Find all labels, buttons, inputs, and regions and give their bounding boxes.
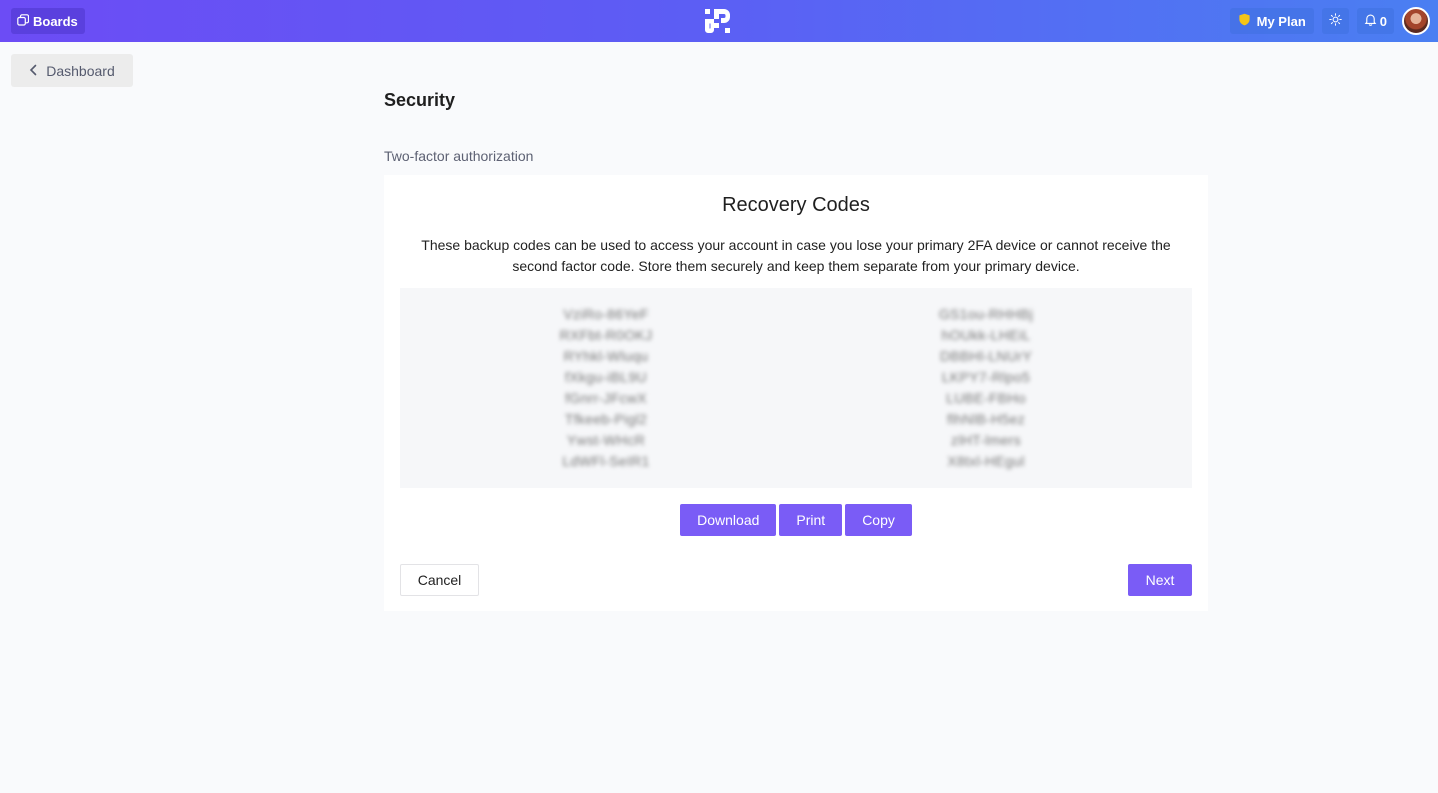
boards-button[interactable]: Boards (11, 8, 85, 34)
section-label: Two-factor authorization (384, 148, 534, 164)
recovery-code: GS1ou-RHHBj (938, 306, 1034, 322)
codes-column-left: VziRo-86YeF RXFbt-R0OKJ RYhkl-Wluqu fXkg… (506, 304, 706, 472)
codes-actions: Download Print Copy (384, 504, 1208, 536)
boards-icon (17, 13, 30, 29)
shield-icon (1238, 13, 1251, 29)
recovery-code: RYhkl-Wluqu (563, 348, 649, 364)
app-logo[interactable] (703, 7, 733, 35)
recovery-code: LUBE-FBHo (946, 390, 1026, 406)
theme-toggle-button[interactable] (1321, 8, 1349, 34)
recovery-code: zlHT-lmers (951, 432, 1021, 448)
user-avatar[interactable] (1402, 7, 1430, 35)
notifications-button[interactable]: 0 (1356, 8, 1394, 34)
recovery-code: fGnrr-JFcwX (565, 390, 647, 406)
recovery-code: RXFbt-R0OKJ (559, 327, 653, 343)
recovery-codes-description: These backup codes can be used to access… (421, 237, 1171, 274)
recovery-codes-card: Recovery Codes These backup codes can be… (384, 175, 1208, 611)
recovery-code: Ywst-WHcR (566, 432, 646, 448)
print-button[interactable]: Print (779, 504, 843, 536)
my-plan-label: My Plan (1256, 13, 1306, 29)
page-title: Security (384, 90, 456, 110)
recovery-code: flhNlB-H5ez (947, 411, 1025, 427)
recovery-code: Tfkeeb-Pigl2 (564, 411, 648, 427)
recovery-codes-title: Recovery Codes (722, 194, 870, 216)
recovery-code: LKPY7-Rlpo5 (941, 369, 1031, 385)
recovery-code: DBBHl-LNUrY (940, 348, 1032, 364)
copy-button[interactable]: Copy (845, 504, 912, 536)
download-button[interactable]: Download (680, 504, 777, 536)
chevron-left-icon (29, 63, 38, 79)
sun-icon (1328, 13, 1342, 29)
back-label: Dashboard (46, 62, 115, 79)
recovery-codes-list: VziRo-86YeF RXFbt-R0OKJ RYhkl-Wluqu fXkg… (400, 288, 1192, 488)
codes-column-right: GS1ou-RHHBj hOUkk-LHEiL DBBHl-LNUrY LKPY… (886, 304, 1086, 472)
recovery-code: VziRo-86YeF (563, 306, 649, 322)
next-button[interactable]: Next (1128, 564, 1192, 596)
bell-icon (1364, 13, 1377, 29)
back-to-dashboard-button[interactable]: Dashboard (11, 54, 133, 87)
top-navigation-bar: Boards My Plan 0 (0, 0, 1438, 42)
recovery-code: X8txl-HEgul (947, 453, 1025, 469)
recovery-code: hOUkk-LHEiL (941, 327, 1031, 343)
notifications-count: 0 (1379, 13, 1387, 29)
cancel-button[interactable]: Cancel (400, 564, 479, 596)
recovery-code: fXkgu-iBL9U (565, 369, 647, 385)
my-plan-button[interactable]: My Plan (1229, 8, 1314, 34)
boards-label: Boards (33, 13, 78, 29)
recovery-code: LdWFl-SeIR1 (562, 453, 650, 469)
